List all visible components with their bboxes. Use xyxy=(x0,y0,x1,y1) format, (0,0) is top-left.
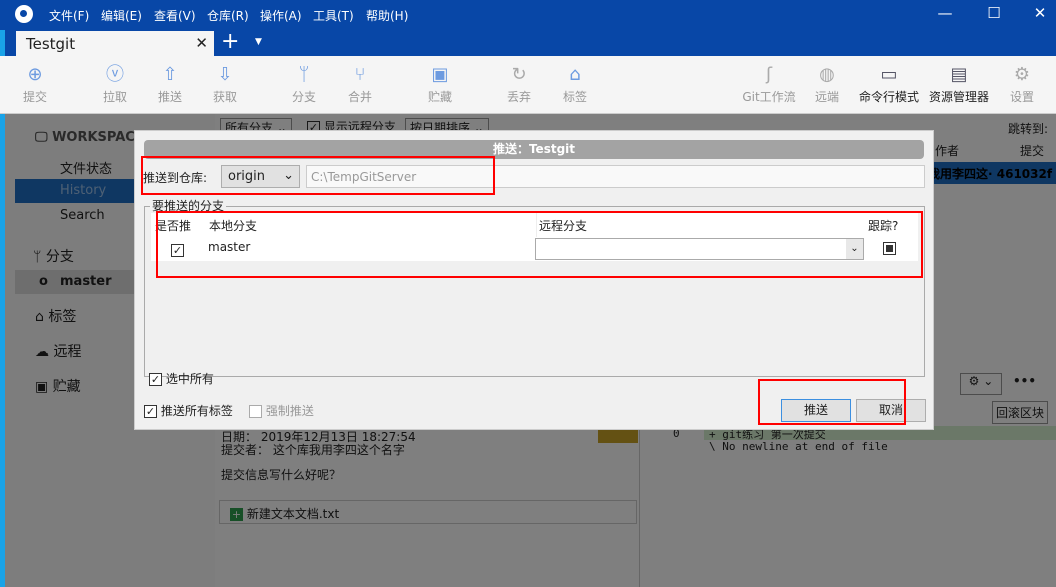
label: 设置 xyxy=(1009,90,1034,104)
settings-button[interactable]: ⚙ 设置 xyxy=(995,62,1049,105)
label: 提交 xyxy=(22,90,47,104)
close-window-button[interactable]: ✕ xyxy=(1025,4,1055,22)
menu-actions[interactable]: 操作(A) xyxy=(260,7,302,24)
new-tab-button[interactable]: + xyxy=(221,29,239,54)
tab-dropdown-icon[interactable]: ▼ xyxy=(255,37,262,47)
globe-icon: ◍ xyxy=(819,64,835,85)
label: 选中所有 xyxy=(165,372,214,386)
plus-circle-icon: ⊕ xyxy=(27,64,43,85)
arrow-up-circle-icon: ⇧ xyxy=(162,64,178,85)
tab-testgit[interactable]: Testgit ✕ xyxy=(16,31,214,56)
remote-button[interactable]: ◍ 远端 xyxy=(800,62,854,105)
highlight-box xyxy=(156,211,923,278)
tag-icon: ⌂ xyxy=(569,64,581,85)
label: 丢弃 xyxy=(506,90,531,104)
push-tags-checkbox[interactable]: ✓ 推送所有标签 xyxy=(144,402,233,419)
toolbar: ⊕ 提交 ⓥ 拉取 ⇧ 推送 ⇩ 获取 ᛘ 分支 ⑂ 合并 ▣ 贮藏 ↻ 丢弃 ⌂ 标签 ʃ Git… xyxy=(0,56,1056,114)
label: 推送 xyxy=(157,90,182,104)
menu-edit[interactable]: 编辑(E) xyxy=(101,7,142,24)
commit-button[interactable]: ⊕ 提交 xyxy=(8,62,62,105)
highlight-box xyxy=(141,156,495,195)
terminal-icon: ▭ xyxy=(880,64,898,85)
menu-tools[interactable]: 工具(T) xyxy=(313,7,354,24)
label: 标签 xyxy=(562,90,587,104)
force-push-checkbox[interactable]: 强制推送 xyxy=(249,402,314,419)
merge-icon: ⑂ xyxy=(354,64,366,85)
folder-icon: ▤ xyxy=(950,64,968,85)
branch-icon: ᛘ xyxy=(298,64,310,85)
push-dialog: 推送：Testgit 推送到仓库: origin ⌄ C:\TempGitServ… xyxy=(134,130,934,430)
check: ✓ xyxy=(144,405,157,418)
label: 推送所有标签 xyxy=(160,404,233,418)
select-all-checkbox[interactable]: ✓ 选中所有 xyxy=(149,370,214,387)
close-tab-icon[interactable]: ✕ xyxy=(195,34,208,52)
label: 贮藏 xyxy=(427,90,452,104)
title-bar: 文件(F) 编辑(E) 查看(V) 仓库(R) 操作(A) 工具(T) 帮助(H… xyxy=(0,0,1056,56)
tag-button[interactable]: ⌂ 标签 xyxy=(548,62,602,105)
tab-label: Testgit xyxy=(26,35,76,53)
menu-repository[interactable]: 仓库(R) xyxy=(207,7,249,24)
highlight-box xyxy=(758,379,906,425)
label: 资源管理器 xyxy=(928,90,989,104)
label: 命令行模式 xyxy=(858,90,919,104)
check xyxy=(249,405,262,418)
label: 合并 xyxy=(347,90,372,104)
discard-button[interactable]: ↻ 丢弃 xyxy=(492,62,546,105)
terminal-button[interactable]: ▭ 命令行模式 xyxy=(856,62,922,105)
fetch-icon: ⇩ xyxy=(217,64,233,85)
arrow-down-circle-icon: ⓥ xyxy=(106,64,124,85)
push-button[interactable]: ⇧ 推送 xyxy=(143,62,197,105)
label: 拉取 xyxy=(102,90,127,104)
menu-help[interactable]: 帮助(H) xyxy=(366,7,408,24)
label: 强制推送 xyxy=(265,404,314,418)
check: ✓ xyxy=(149,373,162,386)
fetch-button[interactable]: ⇩ 获取 xyxy=(198,62,252,105)
label: 获取 xyxy=(212,90,237,104)
explorer-button[interactable]: ▤ 资源管理器 xyxy=(926,62,992,105)
stash-button[interactable]: ▣ 贮藏 xyxy=(413,62,467,105)
git-flow-button[interactable]: ʃ Git工作流 xyxy=(738,62,800,105)
label: 分支 xyxy=(291,90,316,104)
stash-icon: ▣ xyxy=(431,64,449,85)
menu-view[interactable]: 查看(V) xyxy=(154,7,196,24)
pull-button[interactable]: ⓥ 拉取 xyxy=(88,62,142,105)
gear-icon: ⚙ xyxy=(1013,64,1031,85)
git-flow-icon: ʃ xyxy=(765,64,773,85)
merge-button[interactable]: ⑂ 合并 xyxy=(333,62,387,105)
label: 远端 xyxy=(814,90,839,104)
menu-file[interactable]: 文件(F) xyxy=(49,7,89,24)
branch-button[interactable]: ᛘ 分支 xyxy=(277,62,331,105)
sourcetree-logo-icon xyxy=(15,5,33,23)
maximize-button[interactable]: ☐ xyxy=(979,4,1009,22)
discard-icon: ↻ xyxy=(511,64,527,85)
minimize-button[interactable]: — xyxy=(930,4,960,22)
label: Git工作流 xyxy=(742,90,796,104)
